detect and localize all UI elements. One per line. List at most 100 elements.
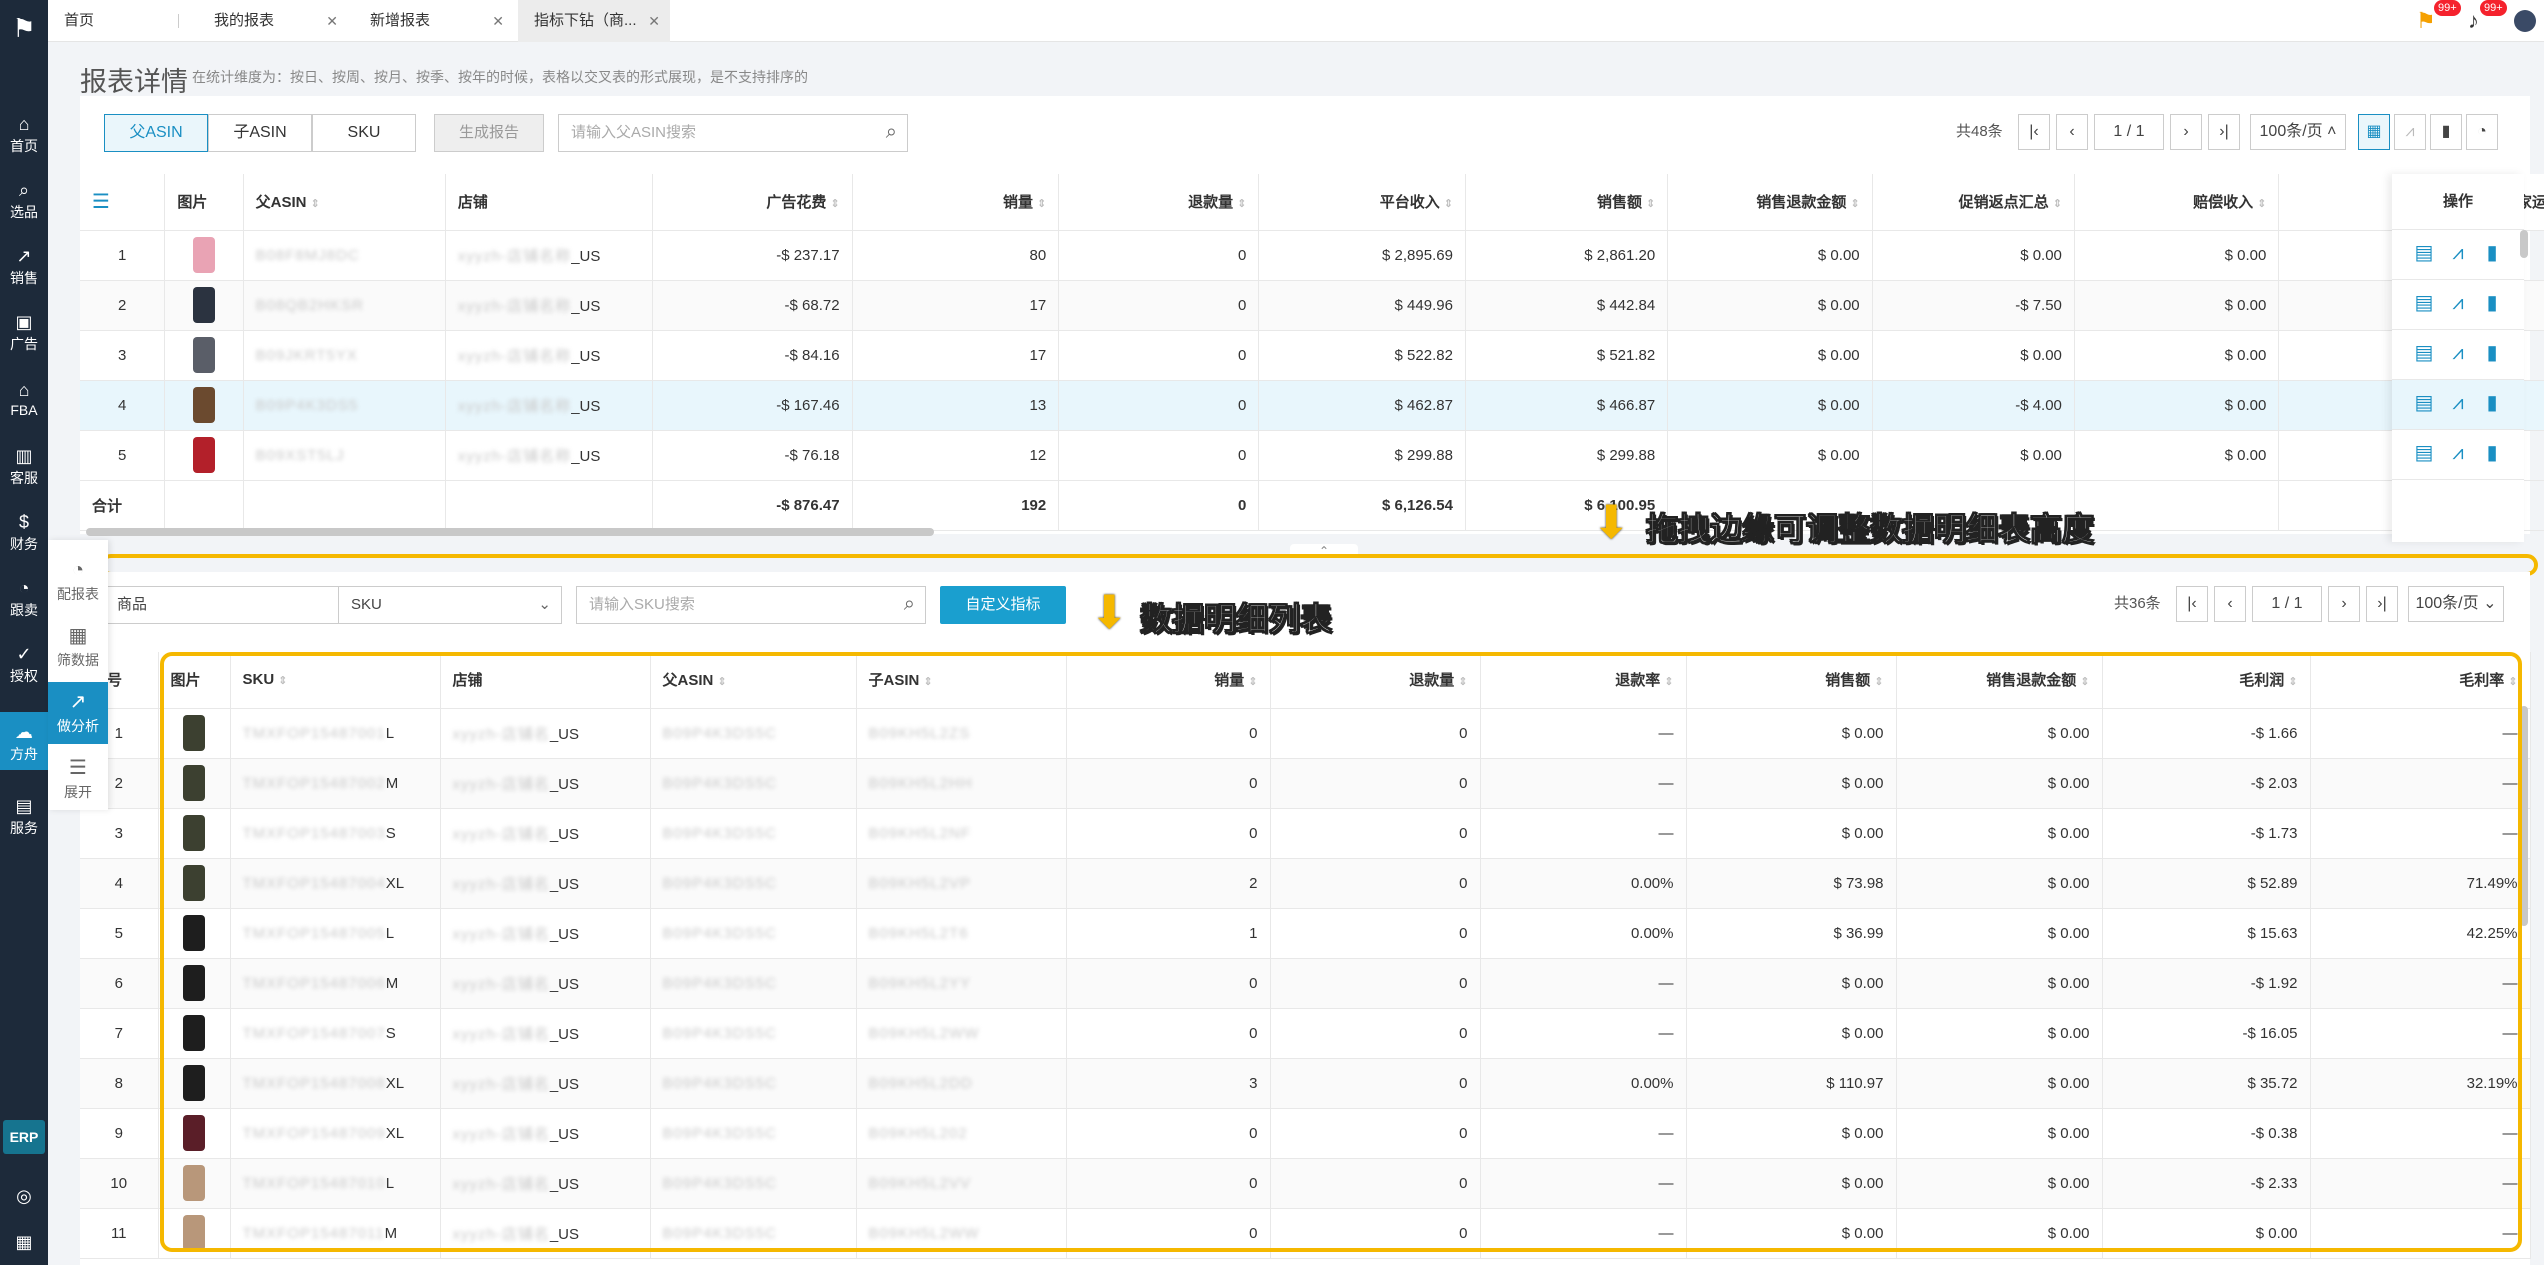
tab-drilldown[interactable]: 指标下钻（商... ✕ bbox=[518, 0, 670, 42]
product-thumbnail[interactable] bbox=[192, 437, 215, 473]
nav-item-sales[interactable]: ↗ 销售 bbox=[0, 236, 48, 294]
table-view-icon[interactable]: ▦ bbox=[2358, 114, 2390, 150]
sort-icon[interactable]: ⇕ bbox=[1237, 198, 1246, 210]
table-row[interactable]: 3 B09JKRT5YX xyyzh-店铺名称_US -$ 84.16 17 0 $ 522… bbox=[80, 330, 2544, 381]
nav-item-fangzhou[interactable]: ☁ 方舟 bbox=[0, 712, 48, 770]
sku-select[interactable]: SKU ⌄ bbox=[338, 586, 562, 624]
last-page-icon[interactable]: ›| bbox=[2208, 114, 2240, 150]
asin-value[interactable]: B08QB2HKSR bbox=[256, 297, 364, 314]
next-page-icon[interactable]: › bbox=[2328, 586, 2360, 622]
product-thumbnail[interactable] bbox=[192, 287, 215, 323]
tab-home[interactable]: 首页 bbox=[48, 0, 178, 42]
pie-chart-icon[interactable]: ◔ bbox=[2466, 114, 2498, 150]
bar-chart-icon[interactable]: ▮ bbox=[2481, 242, 2503, 264]
product-thumbnail[interactable] bbox=[192, 387, 215, 423]
table-row[interactable]: 4 B09P4K3DS5 xyyzh-店铺名称_US -$ 167.46 13 0 $ 46… bbox=[80, 380, 2544, 431]
segment-sku[interactable]: SKU bbox=[312, 114, 416, 152]
product-thumbnail[interactable] bbox=[192, 337, 215, 373]
bar-chart-icon[interactable]: ▮ bbox=[2481, 292, 2503, 314]
page-size-select[interactable]: 100条/页 ˄ bbox=[2250, 114, 2346, 150]
column-header[interactable]: 销售额 ⇕ bbox=[1465, 174, 1669, 231]
nav-item-auth[interactable]: ✓ 授权 bbox=[0, 634, 48, 692]
detail-list-icon[interactable]: ▤ bbox=[2413, 342, 2435, 364]
flyout-item-2[interactable]: ↗ 做分析 bbox=[48, 682, 108, 744]
sku-search-input[interactable]: 请输入SKU搜索 ⌕ bbox=[576, 586, 926, 624]
sort-icon[interactable]: ⇕ bbox=[310, 198, 319, 210]
column-header[interactable]: 平台收入 ⇕ bbox=[1258, 174, 1466, 231]
nav-item-select[interactable]: ⌕ 选品 bbox=[0, 170, 48, 228]
line-chart-icon[interactable]: ⩘ bbox=[2394, 114, 2426, 150]
nav-item-finance[interactable]: $ 财务 bbox=[0, 502, 48, 560]
sort-icon[interactable]: ⇕ bbox=[2257, 198, 2266, 210]
bar-chart-icon[interactable]: ▮ bbox=[2481, 392, 2503, 414]
column-header[interactable]: 销量 ⇕ bbox=[852, 174, 1060, 231]
horizontal-scrollbar[interactable] bbox=[86, 528, 934, 536]
trend-chart-icon[interactable]: ⩘ bbox=[2447, 442, 2469, 464]
column-header[interactable]: 退款量 ⇕ bbox=[1058, 174, 1260, 231]
sort-icon[interactable]: ⇕ bbox=[830, 198, 839, 210]
trend-chart-icon[interactable]: ⩘ bbox=[2447, 342, 2469, 364]
generate-report-button[interactable]: 生成报告 bbox=[434, 114, 544, 152]
sort-icon[interactable]: ⇕ bbox=[1850, 198, 1859, 210]
close-icon[interactable]: ✕ bbox=[492, 0, 504, 42]
flyout-item-0[interactable]: ◔ 配报表 bbox=[48, 550, 108, 612]
product-thumbnail[interactable] bbox=[192, 237, 215, 273]
bar-chart-icon[interactable]: ▮ bbox=[2430, 114, 2462, 150]
sort-icon[interactable]: ⇕ bbox=[2053, 198, 2062, 210]
column-header[interactable]: 父ASIN ⇕ bbox=[243, 174, 446, 231]
first-page-icon[interactable]: |‹ bbox=[2018, 114, 2050, 150]
first-page-icon[interactable]: |‹ bbox=[2176, 586, 2208, 622]
detail-list-icon[interactable]: ▤ bbox=[2413, 442, 2435, 464]
column-header[interactable]: 广告花费 ⇕ bbox=[652, 174, 853, 231]
brand-logo-icon[interactable]: ⚑ bbox=[8, 12, 40, 44]
asin-value[interactable]: B09JKRT5YX bbox=[256, 347, 358, 364]
segment-parent-asin[interactable]: 父ASIN bbox=[104, 114, 208, 152]
nav-item-fba[interactable]: ⌂ FBA bbox=[0, 370, 48, 428]
sort-icon[interactable]: ⇕ bbox=[1037, 198, 1046, 210]
nav-item-services[interactable]: ▤ 服务 bbox=[0, 786, 48, 844]
trend-chart-icon[interactable]: ⩘ bbox=[2447, 242, 2469, 264]
nav-item-home[interactable]: ⌂ 首页 bbox=[0, 104, 48, 162]
asin-value[interactable]: B08F8MJ8DC bbox=[256, 247, 360, 264]
gift-icon[interactable]: ▦ bbox=[12, 1232, 36, 1256]
avatar[interactable] bbox=[2514, 10, 2536, 32]
bar-chart-icon[interactable]: ▮ bbox=[2481, 342, 2503, 364]
column-header[interactable]: 销售退款金额 ⇕ bbox=[1667, 174, 1873, 231]
nav-item-service[interactable]: ▥ 客服 bbox=[0, 436, 48, 494]
nav-item-ads[interactable]: ▣ 广告 bbox=[0, 302, 48, 360]
next-page-icon[interactable]: › bbox=[2170, 114, 2202, 150]
close-icon[interactable]: ✕ bbox=[326, 0, 338, 42]
prev-page-icon[interactable]: ‹ bbox=[2214, 586, 2246, 622]
nav-item-follow[interactable]: ◔ 跟卖 bbox=[0, 568, 48, 626]
sort-icon[interactable]: ⇕ bbox=[1646, 198, 1655, 210]
parent-asin-search-input[interactable]: 请输入父ASIN搜索 ⌕ bbox=[558, 114, 908, 152]
table-row[interactable]: 1 B08F8MJ8DC xyyzh-店铺名称_US -$ 237.17 80 0 $ 2,… bbox=[80, 230, 2544, 281]
flyout-item-3[interactable]: ☰ 展开 bbox=[48, 748, 108, 810]
trend-chart-icon[interactable]: ⩘ bbox=[2447, 292, 2469, 314]
table-row[interactable]: 5 B09XST5LJ xyyzh-店铺名称_US -$ 76.18 12 0 $ 299.… bbox=[80, 430, 2544, 481]
page-input[interactable]: 1 / 1 bbox=[2252, 586, 2322, 622]
sort-icon[interactable]: ⇕ bbox=[1444, 198, 1453, 210]
custom-metric-button[interactable]: 自定义指标 bbox=[940, 586, 1066, 624]
asin-value[interactable]: B09XST5LJ bbox=[256, 447, 345, 464]
detail-list-icon[interactable]: ▤ bbox=[2413, 392, 2435, 414]
segment-child-asin[interactable]: 子ASIN bbox=[208, 114, 312, 152]
refresh-icon[interactable]: ◎ bbox=[12, 1186, 36, 1210]
prev-page-icon[interactable]: ‹ bbox=[2056, 114, 2088, 150]
tab-my-reports[interactable]: 我的报表 ✕ bbox=[198, 0, 348, 42]
search-icon[interactable]: ⌕ bbox=[886, 121, 897, 144]
last-page-icon[interactable]: ›| bbox=[2366, 586, 2398, 622]
column-header[interactable]: 促销返点汇总 ⇕ bbox=[1872, 174, 2075, 231]
column-settings-icon[interactable]: ☰ bbox=[92, 191, 110, 213]
column-header[interactable]: 赔偿收入 ⇕ bbox=[2074, 174, 2280, 231]
asin-value[interactable]: B09P4K3DS5 bbox=[256, 397, 359, 414]
detail-list-icon[interactable]: ▤ bbox=[2413, 242, 2435, 264]
search-icon[interactable]: ⌕ bbox=[904, 593, 915, 616]
trend-chart-icon[interactable]: ⩘ bbox=[2447, 392, 2469, 414]
detail-list-icon[interactable]: ▤ bbox=[2413, 292, 2435, 314]
flyout-item-1[interactable]: ▦ 筛数据 bbox=[48, 616, 108, 678]
table-row[interactable]: 2 B08QB2HKSR xyyzh-店铺名称_US -$ 68.72 17 0 $ 449… bbox=[80, 280, 2544, 331]
page-input[interactable]: 1 / 1 bbox=[2094, 114, 2164, 150]
erp-button[interactable]: ERP bbox=[3, 1120, 45, 1154]
close-icon[interactable]: ✕ bbox=[648, 0, 660, 42]
